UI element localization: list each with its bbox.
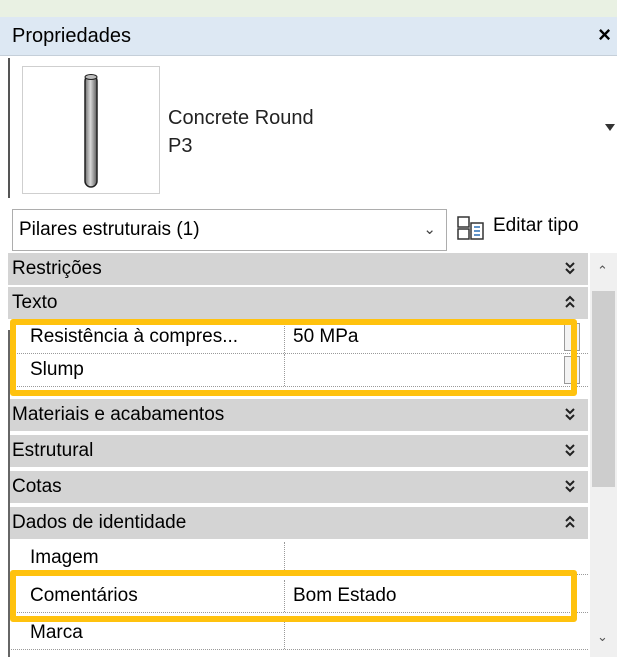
property-name: Imagem <box>30 547 99 568</box>
scroll-up-icon[interactable]: ⌃ <box>597 263 608 279</box>
expand-icon[interactable] <box>564 260 576 276</box>
expand-icon[interactable] <box>564 406 576 422</box>
type-family-label: Concrete Round <box>168 107 314 129</box>
category-label: Materiais e acabamentos <box>12 404 225 425</box>
category-label: Texto <box>12 292 58 313</box>
highlight-box-text-properties <box>10 319 577 396</box>
category-texto[interactable]: Texto <box>8 287 588 321</box>
category-estrutural[interactable]: Estrutural <box>8 435 588 469</box>
category-label: Cotas <box>12 476 62 497</box>
close-icon[interactable]: × <box>598 22 611 48</box>
collapse-icon[interactable] <box>564 294 576 310</box>
property-name: Marca <box>30 622 83 643</box>
instance-filter-row: Pilares estruturais (1) ⌄ Editar tipo <box>8 205 617 251</box>
type-label: P3 <box>168 135 193 157</box>
round-column-icon <box>84 74 98 188</box>
scrollbar-thumb[interactable] <box>592 291 615 487</box>
category-label: Estrutural <box>12 440 94 461</box>
type-selector[interactable]: Concrete Round P3 <box>8 58 617 198</box>
category-identidade[interactable]: Dados de identidade <box>8 507 588 541</box>
panel-title: Propriedades <box>12 25 131 47</box>
type-name: Concrete Round P3 <box>168 104 314 160</box>
vertical-scrollbar[interactable]: ⌃ ⌄ <box>590 253 617 657</box>
collapse-icon[interactable] <box>564 514 576 530</box>
edit-type-button[interactable]: Editar tipo <box>454 209 617 249</box>
category-cotas[interactable]: Cotas <box>8 471 588 505</box>
category-label: Restrições <box>12 258 102 279</box>
scroll-down-icon[interactable]: ⌄ <box>597 629 608 645</box>
properties-titlebar: Propriedades × <box>0 17 617 56</box>
highlight-box-comments <box>10 570 577 622</box>
top-strip <box>0 0 617 18</box>
expand-icon[interactable] <box>564 478 576 494</box>
expand-icon[interactable] <box>564 442 576 458</box>
type-dropdown-arrow-icon[interactable] <box>605 124 615 131</box>
edit-type-label: Editar tipo <box>493 215 579 236</box>
category-label: Dados de identidade <box>12 512 187 533</box>
column-preview-image <box>22 66 160 194</box>
category-materiais[interactable]: Materiais e acabamentos <box>8 399 588 433</box>
category-restricoes[interactable]: Restrições <box>8 253 588 287</box>
instance-filter-dropdown[interactable]: Pilares estruturais (1) ⌄ <box>12 209 447 251</box>
chevron-down-icon: ⌄ <box>423 221 436 238</box>
edit-type-icon <box>457 216 484 240</box>
instance-filter-label: Pilares estruturais (1) <box>19 219 200 240</box>
